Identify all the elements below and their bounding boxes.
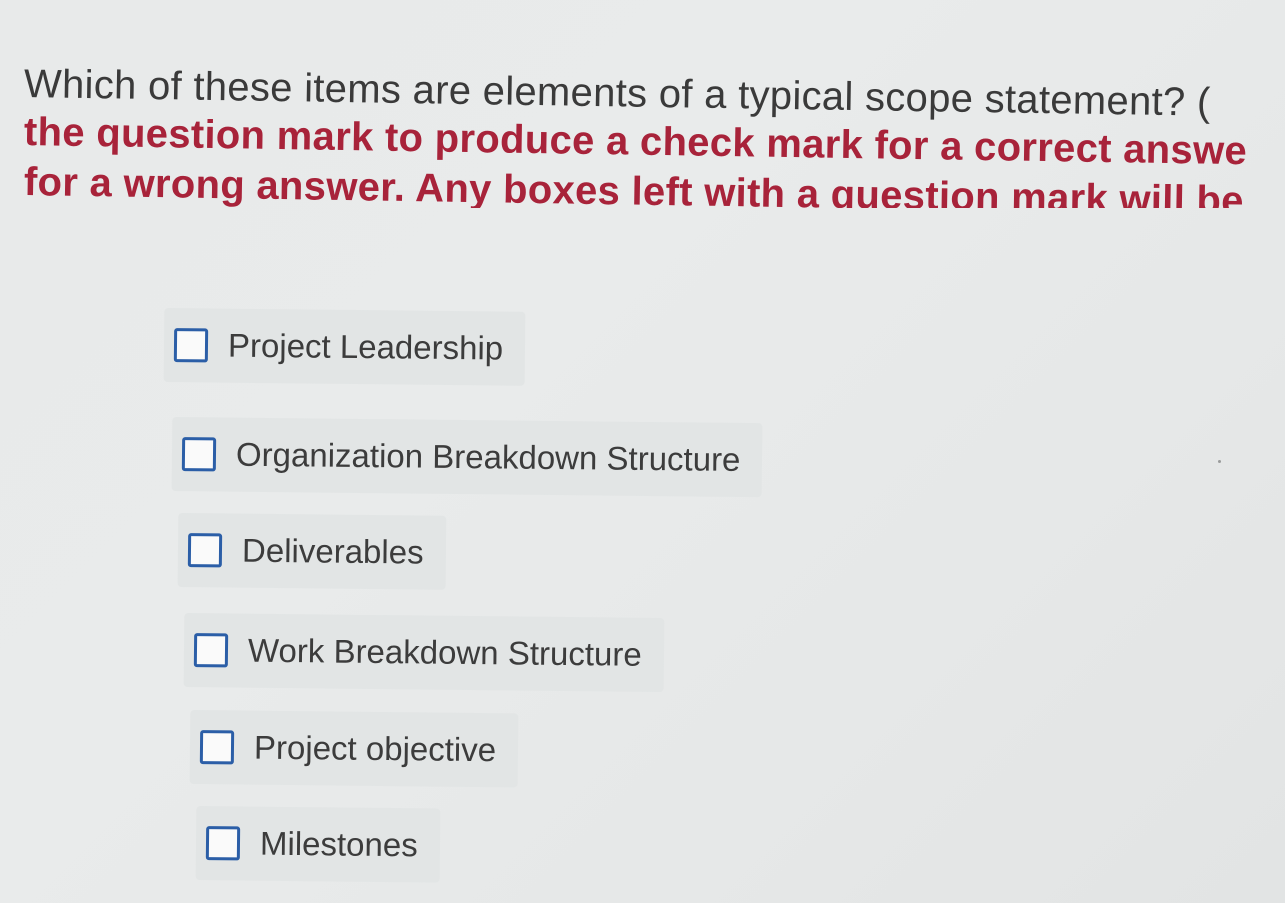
- checkbox-work-breakdown-structure[interactable]: [193, 633, 229, 668]
- option-label: Organization Breakdown Structure: [235, 435, 741, 478]
- option-label: Deliverables: [241, 531, 424, 571]
- option-project-leadership[interactable]: Project Leadership: [163, 308, 526, 386]
- checkbox-project-objective[interactable]: [199, 730, 235, 765]
- option-work-breakdown-structure[interactable]: Work Breakdown Structure: [183, 613, 665, 693]
- checkbox-organization-breakdown-structure[interactable]: [181, 437, 217, 472]
- option-label: Project Leadership: [227, 326, 504, 367]
- screen-speck: [1218, 460, 1221, 463]
- checkbox-deliverables[interactable]: [187, 533, 223, 568]
- option-organization-breakdown-structure[interactable]: Organization Breakdown Structure: [171, 417, 763, 498]
- checkbox-project-leadership[interactable]: [173, 328, 209, 363]
- option-label: Milestones: [259, 824, 418, 864]
- option-deliverables[interactable]: Deliverables: [177, 513, 446, 590]
- answer-options: Project Leadership Organization Breakdow…: [0, 0, 1285, 903]
- option-label: Work Breakdown Structure: [247, 631, 642, 673]
- option-label: Project objective: [253, 728, 497, 769]
- checkbox-milestones[interactable]: [205, 826, 241, 861]
- option-project-objective[interactable]: Project objective: [189, 710, 519, 788]
- option-milestones[interactable]: Milestones: [195, 806, 441, 883]
